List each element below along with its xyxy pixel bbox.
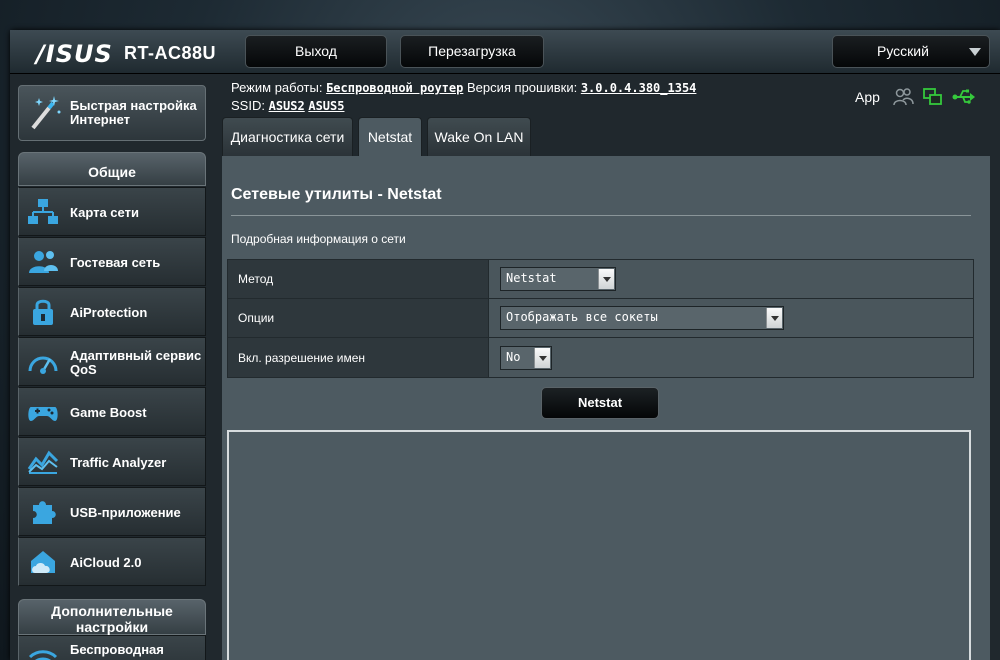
chevron-down-icon [534, 347, 550, 368]
method-value: Netstat [506, 271, 557, 285]
sidebar-item-label: Карта сети [70, 204, 139, 220]
sidebar-item-aiprotection[interactable]: AiProtection [18, 287, 206, 336]
sidebar-item-label: Game Boost [70, 404, 147, 420]
app-link[interactable]: App [855, 89, 880, 105]
sidebar-item-qos[interactable]: Адаптивный сервис QoS [18, 337, 206, 386]
table-row: Опции Отображать все сокеты [228, 299, 973, 338]
status-icons: App [855, 87, 984, 107]
model-name: RT-AC88U [124, 43, 217, 63]
lock-icon [33, 299, 53, 325]
settings-table: Метод Netstat Опции Отображать все сокет… [227, 259, 974, 378]
guest-network-icon [29, 251, 58, 273]
name-resolution-value: No [506, 349, 521, 364]
sidebar-item-label: Беспроводная [70, 642, 164, 657]
netstat-run-button[interactable]: Netstat [541, 387, 659, 419]
method-select[interactable]: Netstat [500, 267, 616, 291]
page-subtitle: Подробная информация о сети [231, 232, 406, 246]
sidebar-item-label: Traffic Analyzer [70, 454, 167, 470]
ssid-label: SSID: [231, 98, 265, 113]
options-select[interactable]: Отображать все сокеты [500, 306, 784, 330]
language-select[interactable]: Русский [832, 35, 990, 68]
sidebar-item-label: AiProtection [70, 304, 148, 320]
quick-setup-label: Быстрая настройка Интернет [70, 98, 197, 127]
content-panel: Сетевые утилиты - Netstat Подробная инфо… [222, 156, 990, 660]
table-row: Метод Netstat [228, 260, 973, 299]
sidebar-item-label: Адаптивный сервис QoS [70, 347, 202, 377]
quick-setup-button[interactable]: Быстрая настройка Интернет [18, 85, 206, 141]
sidebar-item-aicloud[interactable]: AiCloud 2.0 [18, 537, 206, 586]
network-status-icon[interactable] [922, 87, 944, 107]
name-resolution-select[interactable]: No [500, 345, 552, 370]
firmware-link[interactable]: 3.0.0.4.380_1354 [581, 81, 697, 95]
mode-label: Режим работы: [231, 80, 323, 95]
sidebar-item-label: AiCloud 2.0 [70, 554, 142, 570]
mode-link[interactable]: Беспроводной роутер [326, 81, 463, 95]
sidebar-item-game-boost[interactable]: Game Boost [18, 387, 206, 436]
sidebar-item-network-map[interactable]: Карта сети [18, 187, 206, 236]
ssid-link-1[interactable]: ASUS2 [269, 99, 305, 113]
tab-netstat[interactable]: Netstat [358, 117, 422, 156]
asus-logo: /ISUS [36, 40, 113, 68]
method-label: Метод [228, 260, 489, 298]
sidebar-item-wireless[interactable]: Беспроводная [18, 635, 206, 660]
advanced-section-title: Дополнительные настройки [18, 599, 206, 635]
logout-button[interactable]: Выход [245, 35, 387, 68]
clients-icon[interactable] [892, 87, 914, 107]
tab-network-diagnostics[interactable]: Диагностика сети [222, 117, 353, 156]
cloud-home-icon [31, 551, 55, 573]
firmware-label: Версия прошивки: [466, 80, 578, 95]
puzzle-icon [33, 501, 56, 524]
tab-wake-on-lan[interactable]: Wake On LAN [427, 117, 531, 156]
table-row: Вкл. разрешение имен No [228, 338, 973, 377]
sidebar-item-usb-app[interactable]: USB-приложение [18, 487, 206, 536]
divider [231, 215, 971, 216]
ssid-link-2[interactable]: ASUS5 [308, 99, 344, 113]
usb-icon[interactable] [952, 87, 976, 107]
network-map-icon [28, 199, 58, 224]
reboot-button[interactable]: Перезагрузка [400, 35, 544, 68]
sidebar-item-traffic-analyzer[interactable]: Traffic Analyzer [18, 437, 206, 486]
traffic-chart-icon [27, 450, 59, 474]
chevron-down-icon [598, 269, 614, 289]
status-info: Режим работы: Беспроводной роутер Версия… [231, 79, 696, 115]
page-title: Сетевые утилиты - Netstat [231, 186, 442, 203]
sidebar-item-guest-network[interactable]: Гостевая сеть [18, 237, 206, 286]
top-bar: /ISUS RT-AC88U Выход Перезагрузка Русски… [10, 30, 1000, 74]
chevron-down-icon [766, 308, 782, 328]
gamepad-icon [28, 407, 58, 421]
language-value: Русский [877, 43, 929, 59]
general-section-title: Общие [18, 152, 206, 186]
chevron-down-icon [969, 48, 981, 56]
name-resolution-label: Вкл. разрешение имен [228, 338, 489, 377]
options-label: Опции [228, 299, 489, 337]
sidebar-item-label: USB-приложение [70, 504, 181, 520]
wifi-icon [28, 650, 58, 660]
magic-wand-icon [31, 96, 61, 130]
output-textarea[interactable] [227, 430, 971, 660]
options-value: Отображать все сокеты [506, 310, 658, 324]
sidebar-item-label: Гостевая сеть [70, 254, 161, 270]
speedometer-icon [28, 356, 58, 374]
